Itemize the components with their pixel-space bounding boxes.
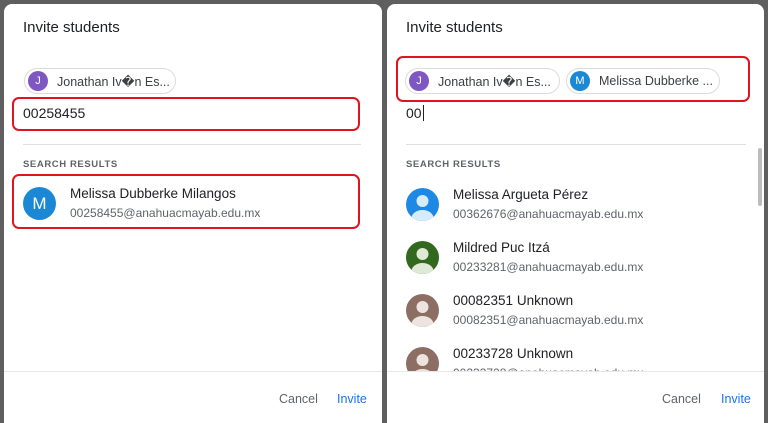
chip-label: Jonathan Iv�n Es...	[438, 74, 551, 89]
selected-student-chip[interactable]: M Melissa Dubberke ...	[566, 68, 720, 94]
search-results-header: SEARCH RESULTS	[23, 159, 118, 170]
cancel-button[interactable]: Cancel	[279, 392, 318, 406]
selected-student-chip[interactable]: J Jonathan Iv�n Es...	[405, 68, 560, 94]
result-name: 00082351 Unknown	[453, 293, 574, 308]
person-silhouette-icon	[406, 188, 439, 221]
divider	[23, 144, 361, 145]
selected-student-chip[interactable]: J Jonathan Iv�n Es...	[24, 68, 176, 94]
avatar: M	[23, 187, 56, 220]
search-result-item[interactable]: M Melissa Dubberke Milangos 00258455@ana…	[4, 177, 382, 229]
person-silhouette-icon	[406, 294, 439, 327]
search-input[interactable]: 00	[406, 105, 424, 121]
invite-button[interactable]: Invite	[337, 392, 367, 406]
search-results-header: SEARCH RESULTS	[406, 159, 501, 170]
dialog-title: Invite students	[23, 19, 120, 36]
footer-divider	[4, 371, 382, 372]
result-name: Melissa Dubberke Milangos	[70, 186, 236, 201]
search-result-item[interactable]: 00082351 Unknown 00082351@anahuacmayab.e…	[387, 284, 764, 336]
person-silhouette-icon	[406, 241, 439, 274]
invite-button[interactable]: Invite	[721, 392, 751, 406]
invite-students-dialog-left: Invite students J Jonathan Iv�n Es... 00…	[4, 4, 382, 423]
result-name: Mildred Puc Itzá	[453, 240, 550, 255]
divider	[406, 144, 746, 145]
result-email: 00362676@anahuacmayab.edu.mx	[453, 207, 644, 221]
search-result-item[interactable]: Melissa Argueta Pérez 00362676@anahuacma…	[387, 178, 764, 230]
search-input[interactable]: 00258455	[23, 105, 85, 121]
search-input-value: 00258455	[23, 105, 86, 121]
cancel-button[interactable]: Cancel	[662, 392, 701, 406]
result-name: 00233728 Unknown	[453, 346, 574, 361]
result-name: Melissa Argueta Pérez	[453, 187, 589, 202]
search-input-value: 00	[406, 105, 422, 121]
chip-avatar: J	[409, 71, 429, 91]
text-cursor	[422, 105, 424, 121]
result-email: 00082351@anahuacmayab.edu.mx	[453, 313, 644, 327]
search-result-item[interactable]: Mildred Puc Itzá 00233281@anahuacmayab.e…	[387, 231, 764, 283]
scrollbar[interactable]	[758, 148, 762, 206]
chip-avatar: J	[28, 71, 48, 91]
dialog-title: Invite students	[406, 19, 503, 36]
chip-label: Jonathan Iv�n Es...	[57, 74, 170, 89]
chip-label: Melissa Dubberke ...	[599, 74, 713, 88]
chip-avatar: M	[570, 71, 590, 91]
result-email: 00258455@anahuacmayab.edu.mx	[70, 206, 261, 220]
dialog-footer	[387, 371, 764, 423]
result-email: 00233281@anahuacmayab.edu.mx	[453, 260, 644, 274]
invite-students-dialog-right: Invite students J Jonathan Iv�n Es... M …	[387, 4, 764, 423]
